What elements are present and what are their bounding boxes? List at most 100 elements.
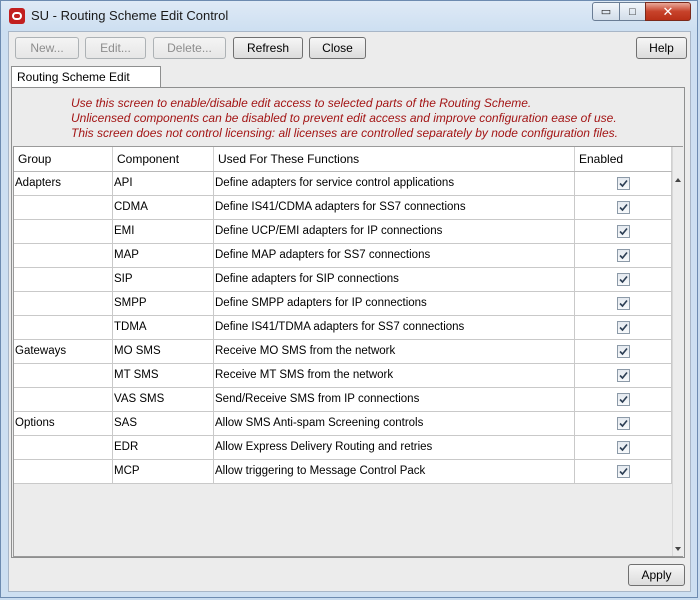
enabled-checkbox[interactable] bbox=[617, 369, 630, 382]
checkmark-icon bbox=[619, 299, 628, 308]
checkmark-icon bbox=[619, 347, 628, 356]
component-cell: TDMA bbox=[113, 316, 214, 339]
table-row[interactable]: TDMA Define IS41/TDMA adapters for SS7 co… bbox=[14, 316, 672, 340]
enabled-checkbox[interactable] bbox=[617, 345, 630, 358]
functions-cell: Define IS41/TDMA adapters for SS7 connec… bbox=[214, 316, 575, 339]
table-row[interactable]: Adapters API Define adapters for service c… bbox=[14, 172, 672, 196]
checkmark-icon bbox=[619, 467, 628, 476]
table-header: Group Component Used For These Functions… bbox=[14, 147, 672, 172]
close-button[interactable]: Close bbox=[309, 37, 366, 59]
scroll-up-icon[interactable] bbox=[675, 178, 681, 182]
enabled-checkbox[interactable] bbox=[617, 393, 630, 406]
table-row[interactable]: SIP Define adapters for SIP connections bbox=[14, 268, 672, 292]
column-header-functions[interactable]: Used For These Functions bbox=[214, 147, 575, 171]
component-cell: EDR bbox=[113, 436, 214, 459]
table-row[interactable]: Gateways MO SMS Receive MO SMS from the ne… bbox=[14, 340, 672, 364]
checkmark-icon bbox=[619, 251, 628, 260]
enabled-cell bbox=[575, 388, 672, 411]
group-cell: Adapters bbox=[14, 172, 113, 195]
info-note-3: This screen does not control licensing: … bbox=[71, 126, 618, 140]
group-cell bbox=[14, 460, 113, 483]
delete-button[interactable]: Delete... bbox=[153, 37, 226, 59]
maximize-button[interactable]: □ bbox=[619, 2, 646, 21]
edit-button[interactable]: Edit... bbox=[85, 37, 146, 59]
enabled-cell bbox=[575, 412, 672, 435]
component-cell: EMI bbox=[113, 220, 214, 243]
table-row[interactable]: MAP Define MAP adapters for SS7 connectio… bbox=[14, 244, 672, 268]
help-button[interactable]: Help bbox=[636, 37, 687, 59]
functions-cell: Allow SMS Anti-spam Screening controls bbox=[214, 412, 575, 435]
app-window: SU - Routing Scheme Edit Control ▭ □ ✕ N… bbox=[0, 0, 698, 598]
new-button[interactable]: New... bbox=[15, 37, 79, 59]
group-cell bbox=[14, 316, 113, 339]
functions-cell: Define SMPP adapters for IP connections bbox=[214, 292, 575, 315]
tab-panel: Use this screen to enable/disable edit a… bbox=[11, 87, 685, 558]
group-cell bbox=[14, 292, 113, 315]
component-cell: MO SMS bbox=[113, 340, 214, 363]
enabled-cell bbox=[575, 196, 672, 219]
info-note-1: Use this screen to enable/disable edit a… bbox=[71, 96, 532, 110]
title-bar[interactable]: SU - Routing Scheme Edit Control ▭ □ ✕ bbox=[1, 1, 697, 31]
functions-cell: Allow triggering to Message Control Pack bbox=[214, 460, 575, 483]
table-row[interactable]: EMI Define UCP/EMI adapters for IP connec… bbox=[14, 220, 672, 244]
close-icon: ✕ bbox=[662, 3, 674, 19]
group-cell bbox=[14, 196, 113, 219]
enabled-checkbox[interactable] bbox=[617, 201, 630, 214]
close-window-button[interactable]: ✕ bbox=[645, 2, 691, 21]
enabled-checkbox[interactable] bbox=[617, 177, 630, 190]
table-row[interactable]: MT SMS Receive MT SMS from the network bbox=[14, 364, 672, 388]
enabled-checkbox[interactable] bbox=[617, 417, 630, 430]
enabled-checkbox[interactable] bbox=[617, 441, 630, 454]
group-cell: Options bbox=[14, 412, 113, 435]
refresh-button[interactable]: Refresh bbox=[233, 37, 303, 59]
component-cell: MT SMS bbox=[113, 364, 214, 387]
table-row[interactable]: MCP Allow triggering to Message Control P… bbox=[14, 460, 672, 484]
table-row[interactable]: SMPP Define SMPP adapters for IP connecti… bbox=[14, 292, 672, 316]
checkmark-icon bbox=[619, 419, 628, 428]
minimize-button[interactable]: ▭ bbox=[592, 2, 620, 21]
enabled-checkbox[interactable] bbox=[617, 249, 630, 262]
info-note-2: Unlicensed components can be disabled to… bbox=[71, 111, 617, 125]
enabled-checkbox[interactable] bbox=[617, 321, 630, 334]
scroll-down-icon[interactable] bbox=[675, 547, 681, 551]
table-row[interactable]: Options SAS Allow SMS Anti-spam Screening … bbox=[14, 412, 672, 436]
oracle-app-icon bbox=[9, 8, 25, 24]
minimize-icon: ▭ bbox=[600, 6, 612, 18]
checkmark-icon bbox=[619, 179, 628, 188]
checkmark-icon bbox=[619, 395, 628, 404]
component-cell: MAP bbox=[113, 244, 214, 267]
vertical-scrollbar[interactable] bbox=[672, 147, 683, 556]
enabled-checkbox[interactable] bbox=[617, 273, 630, 286]
component-cell: API bbox=[113, 172, 214, 195]
enabled-checkbox[interactable] bbox=[617, 297, 630, 310]
enabled-cell bbox=[575, 316, 672, 339]
functions-cell: Define MAP adapters for SS7 connections bbox=[214, 244, 575, 267]
functions-cell: Define adapters for service control appl… bbox=[214, 172, 575, 195]
maximize-icon: □ bbox=[629, 5, 636, 18]
column-header-component[interactable]: Component bbox=[113, 147, 214, 171]
table-row[interactable]: VAS SMS Send/Receive SMS from IP connecti… bbox=[14, 388, 672, 412]
column-header-enabled[interactable]: Enabled bbox=[575, 147, 672, 171]
group-cell bbox=[14, 436, 113, 459]
checkmark-icon bbox=[619, 203, 628, 212]
functions-cell: Send/Receive SMS from IP connections bbox=[214, 388, 575, 411]
group-cell bbox=[14, 220, 113, 243]
component-cell: MCP bbox=[113, 460, 214, 483]
functions-cell: Receive MO SMS from the network bbox=[214, 340, 575, 363]
functions-cell: Define IS41/CDMA adapters for SS7 connec… bbox=[214, 196, 575, 219]
tab-routing-scheme-edit-control[interactable]: Routing Scheme Edit Control bbox=[11, 66, 161, 104]
enabled-checkbox[interactable] bbox=[617, 225, 630, 238]
table-row[interactable]: CDMA Define IS41/CDMA adapters for SS7 co… bbox=[14, 196, 672, 220]
enabled-checkbox[interactable] bbox=[617, 465, 630, 478]
table-body: Adapters API Define adapters for service c… bbox=[14, 172, 672, 484]
component-cell: SAS bbox=[113, 412, 214, 435]
checkmark-icon bbox=[619, 227, 628, 236]
column-header-group[interactable]: Group bbox=[14, 147, 113, 171]
functions-cell: Allow Express Delivery Routing and retri… bbox=[214, 436, 575, 459]
apply-button[interactable]: Apply bbox=[628, 564, 685, 586]
enabled-cell bbox=[575, 340, 672, 363]
enabled-cell bbox=[575, 460, 672, 483]
enabled-cell bbox=[575, 364, 672, 387]
table-row[interactable]: EDR Allow Express Delivery Routing and re… bbox=[14, 436, 672, 460]
components-table: Group Component Used For These Functions… bbox=[13, 146, 683, 557]
